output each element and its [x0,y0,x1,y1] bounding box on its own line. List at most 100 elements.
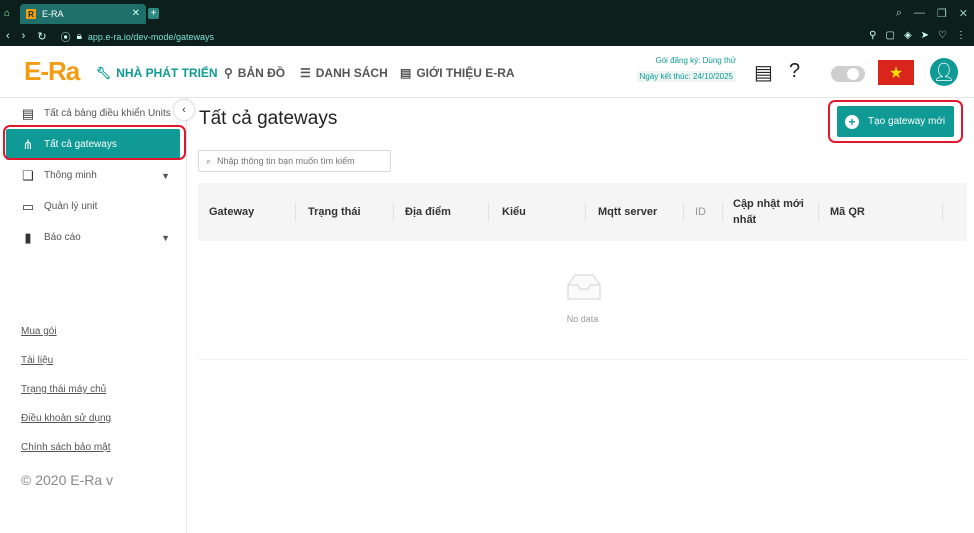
main-content: Tất cả gateways + Tạo gateway mới ⌕ Gate… [188,98,974,533]
column-type[interactable]: Kiểu [502,183,526,241]
nav-about-label: GIỚI THIỆU E-RA [416,66,515,80]
minimize-icon[interactable]: — [914,7,925,20]
restore-icon[interactable]: ❐ [937,7,947,20]
reload-icon[interactable]: ↻ [37,30,46,43]
empty-inbox-icon [567,274,601,300]
sidebar-item-label: Tất cả gateways [44,139,117,150]
avatar[interactable]: 👤︎ [930,58,958,86]
window-controls: ⌕ — ❐ ✕ [896,7,968,20]
sidebar: ▤ Tất cả bảng điều khiển Units ⋔ Tất cả … [0,98,187,533]
pin-icon[interactable]: ⚲ [869,30,876,41]
empty-state: No data [198,241,967,360]
sidebar-item-label: Thông minh [44,170,97,181]
smart-icon: ❏ [22,167,34,183]
wrench-icon: 🔧︎ [96,66,112,80]
nav-developer[interactable]: 🔧︎ NHÀ PHÁT TRIỂN [96,66,218,80]
close-icon[interactable]: ✕ [959,7,968,20]
column-divider [818,203,819,221]
sidebar-item-reports[interactable]: ▮ Báo cáo ▼ [0,222,186,253]
back-icon[interactable]: ‹ [6,30,10,43]
browser-tab-bar: ⌂ R E-RA ✕ + ⌕ — ❐ ✕ [0,0,974,27]
app-header: E-Ra 🔧︎ NHÀ PHÁT TRIỂN ⚲ BẢN ĐỒ ☰ DANH S… [0,46,974,98]
nav-list[interactable]: ☰ DANH SÁCH [300,66,388,80]
search-icon: ⌕ [206,155,212,166]
url-text[interactable]: app.e-ra.io/dev-mode/gateways [88,32,214,42]
lock-icon: 🔒︎ [76,31,82,42]
gateway-icon: ⋔ [22,136,34,152]
column-divider [722,203,723,221]
search-icon[interactable]: ⌕ [896,7,902,20]
list-icon: ☰ [300,66,311,80]
forward-icon[interactable]: › [22,30,26,43]
heart-icon[interactable]: ♡ [938,30,947,41]
map-pin-icon: ⚲ [224,66,233,80]
link-buy-plan[interactable]: Mua gói [21,326,111,355]
column-divider [393,203,394,221]
column-id[interactable]: ID [695,183,706,241]
nav-map[interactable]: ⚲ BẢN ĐỒ [224,66,285,80]
sidebar-item-label: Quản lý unit [44,201,98,212]
sidebar-item-dashboards[interactable]: ▤ Tất cả bảng điều khiển Units [0,98,186,129]
plan-info: Gói đăng ký: Dùng thử Ngày kết thúc: 24/… [624,53,736,85]
column-gateway[interactable]: Gateway [209,183,254,241]
caret-down-icon: ▼ [161,232,170,243]
theme-toggle[interactable] [831,66,865,82]
caret-down-icon: ▼ [161,170,170,181]
address-bar: ‹ › ↻ ⦿ 🔒︎ app.e-ra.io/dev-mode/gateways… [0,27,974,46]
send-icon[interactable]: ➤ [921,30,929,41]
page-title: Tất cả gateways [199,108,338,129]
search-box[interactable]: ⌕ [198,150,391,172]
snapshot-icon[interactable]: ▢ [885,30,894,41]
nav-list-label: DANH SÁCH [315,66,388,80]
link-docs[interactable]: Tài liệu [21,355,111,384]
nav-map-label: BẢN ĐỒ [237,66,286,80]
location-icon: ⦿ [60,33,71,44]
language-flag-icon[interactable]: ★ [878,60,914,85]
tab-close-icon[interactable]: ✕ [132,8,140,19]
help-icon[interactable]: ? [789,60,800,83]
sidebar-item-gateways[interactable]: ⋔ Tất cả gateways [6,129,180,160]
column-divider [683,203,684,221]
column-qr-code[interactable]: Mã QR [830,183,865,241]
tab-favicon: R [26,9,36,19]
table-header: Gateway Trạng thái Địa điểm Kiểu Mqtt se… [198,183,967,241]
column-divider [942,203,943,221]
column-mqtt-server[interactable]: Mqtt server [598,183,657,241]
footer-links: Mua gói Tài liệu Trạng thái máy chủ Điều… [21,326,111,471]
document-icon[interactable]: ▤ [754,60,773,85]
sidebar-item-label: Báo cáo [44,232,81,243]
link-server-status[interactable]: Trạng thái máy chủ [21,384,111,413]
column-last-updated[interactable]: Cập nhật mới nhất [733,183,813,241]
new-tab-button[interactable]: + [148,8,159,19]
column-divider [295,203,296,221]
unit-icon: ▭ [21,198,35,214]
dashboard-icon: ▤ [21,105,35,121]
plan-end-date: Ngày kết thúc: 24/10/2025 [636,71,736,82]
tab-title: E-RA [42,9,64,19]
info-card-icon: ▤ [400,66,412,80]
search-input[interactable] [217,156,383,166]
browser-logo-icon[interactable]: ⌂ [4,8,10,19]
sidebar-item-units[interactable]: ▭ Quản lý unit [0,191,186,222]
column-divider [585,203,586,221]
column-divider [488,203,489,221]
link-terms[interactable]: Điều khoản sử dụng [21,413,111,442]
sidebar-item-label: Tất cả bảng điều khiển Units [44,108,171,119]
column-status[interactable]: Trạng thái [308,183,361,241]
copyright: © 2020 E-Ra v [21,472,114,488]
create-gateway-button[interactable]: + Tạo gateway mới [837,106,954,137]
nav-about[interactable]: ▤ GIỚI THIỆU E-RA [400,66,515,80]
menu-icon[interactable]: ⋮ [956,30,966,41]
empty-text: No data [566,314,599,324]
link-privacy[interactable]: Chính sách bảo mật [21,442,111,471]
chart-icon: ▮ [24,229,32,245]
browser-tab[interactable]: R E-RA ✕ [20,4,146,24]
plan-label: Gói đăng ký: Dùng thử [655,56,736,65]
plus-icon: + [845,114,859,129]
column-location[interactable]: Địa điểm [405,183,451,241]
nav-developer-label: NHÀ PHÁT TRIỂN [116,66,218,80]
sidebar-item-smart[interactable]: ❏ Thông minh ▼ [0,160,186,191]
shield-icon[interactable]: ◈ [904,30,912,41]
logo[interactable]: E-Ra [24,56,80,87]
create-gateway-label: Tạo gateway mới [868,116,946,127]
